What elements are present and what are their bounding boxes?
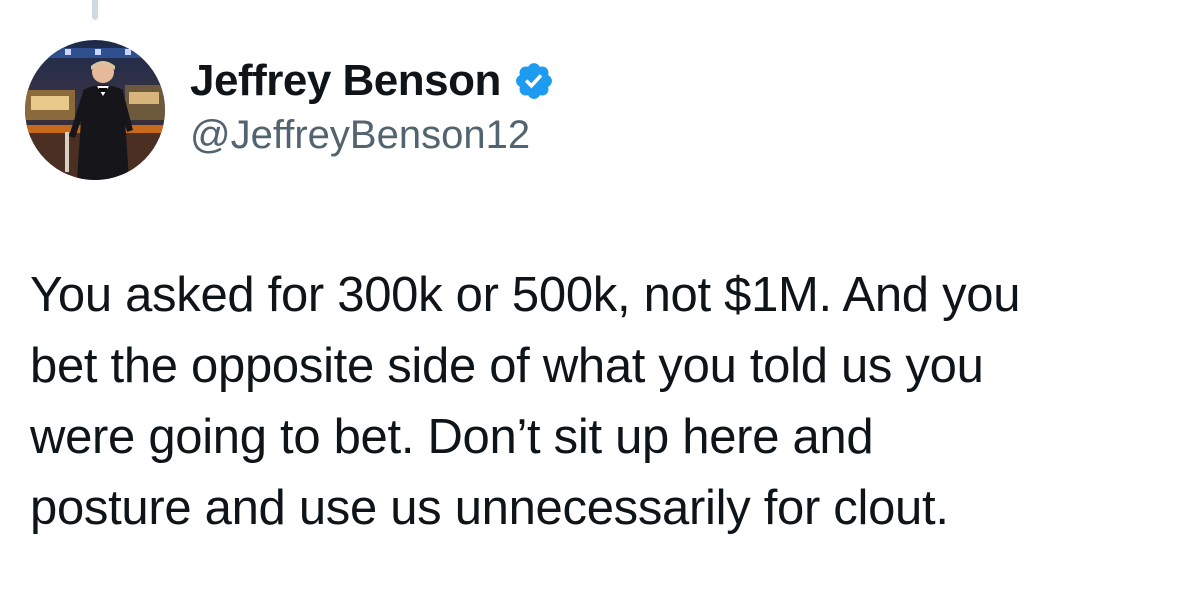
tweet-header: Jeffrey Benson @JeffreyBenson12	[190, 53, 555, 158]
thread-connector-line	[92, 0, 98, 20]
author-name-row: Jeffrey Benson	[190, 53, 555, 109]
tweet-text-line: You asked for 300k or 500k, not $1M. And…	[30, 268, 1021, 322]
tweet-text-line: bet the opposite side of what you told u…	[30, 339, 984, 393]
tweet-text-line: were going to bet. Don’t sit up here and	[30, 410, 874, 464]
avatar[interactable]	[25, 40, 165, 180]
author-display-name[interactable]: Jeffrey Benson	[190, 56, 501, 106]
author-handle[interactable]: @JeffreyBenson12	[190, 113, 555, 158]
avatar-image	[25, 40, 165, 180]
tweet-text-line: posture and use us unnecessarily for clo…	[30, 481, 949, 535]
verified-badge-icon[interactable]	[513, 60, 555, 102]
tweet-body: You asked for 300k or 500k, not $1M. And…	[30, 260, 1180, 544]
